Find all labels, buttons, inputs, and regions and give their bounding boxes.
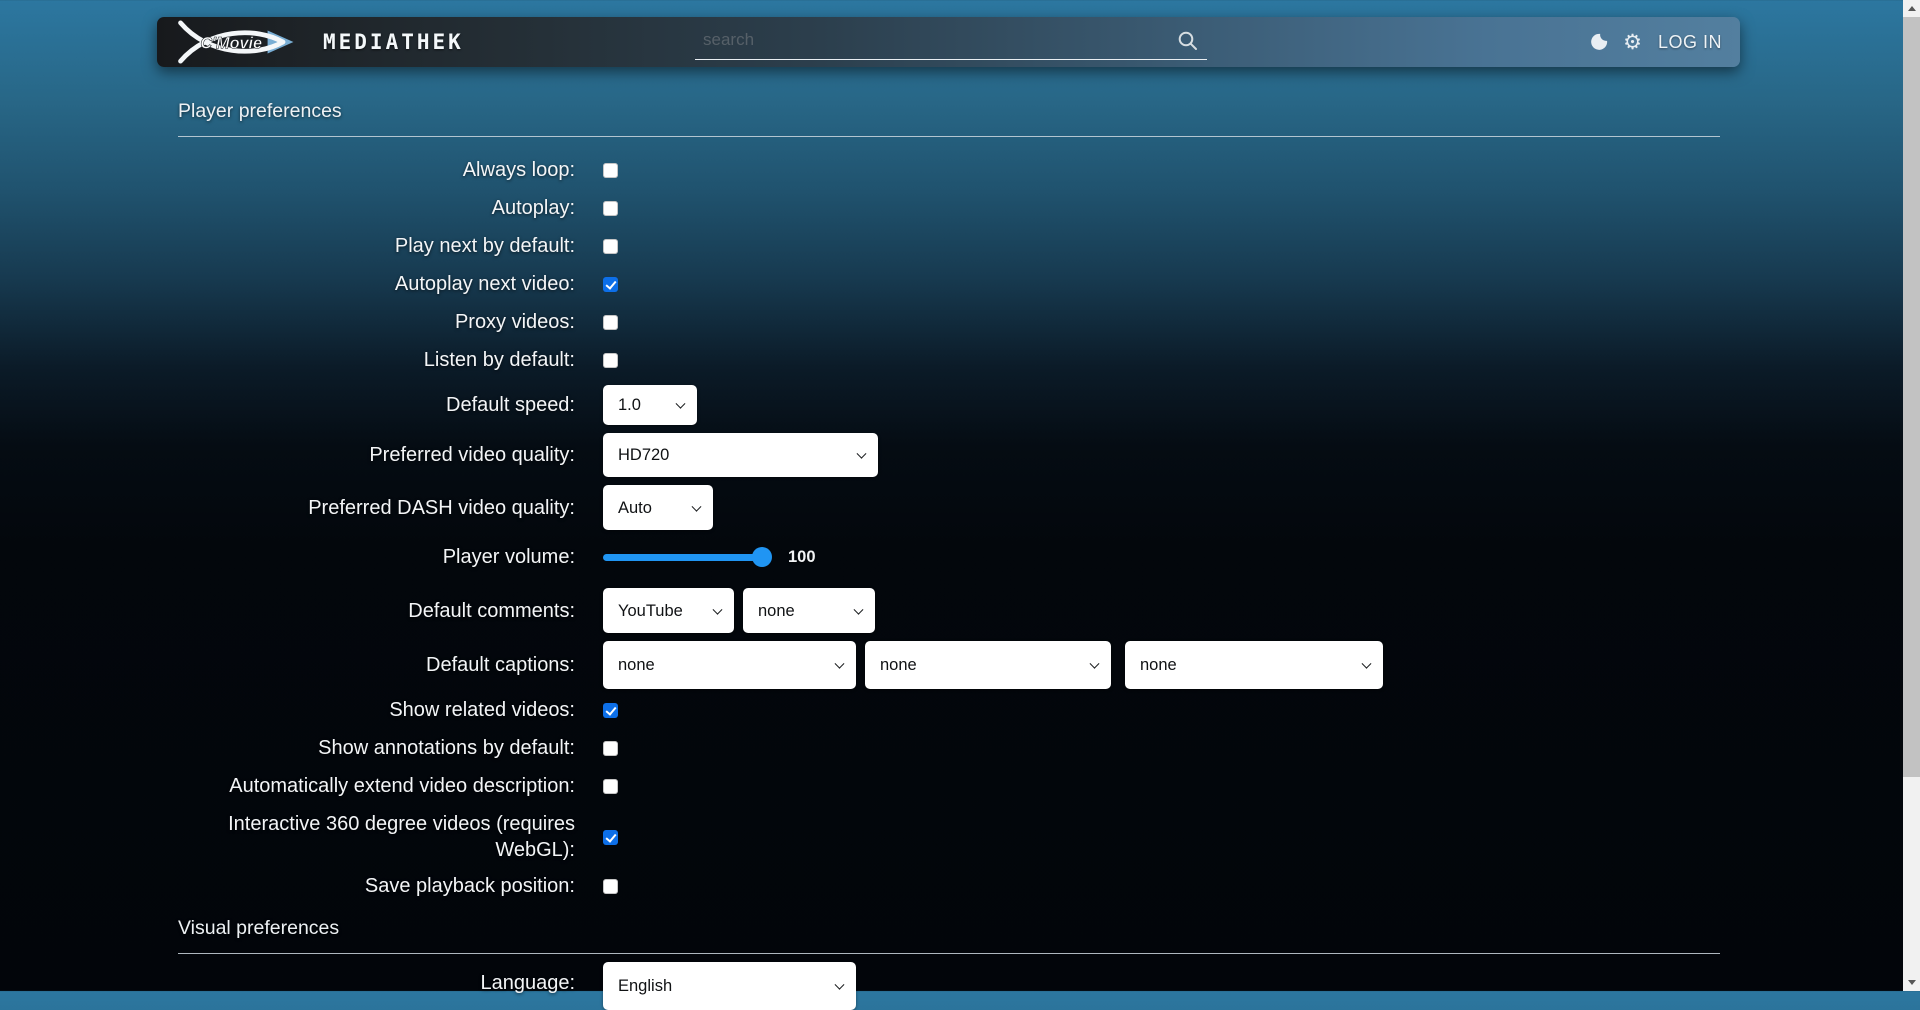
default-comments-select-2[interactable]: none (743, 588, 875, 633)
pref-label: Listen by default: (178, 347, 603, 373)
interactive-360-checkbox[interactable] (603, 830, 618, 845)
player-preferences-rows: Always loop: Autoplay: Play next by defa… (178, 157, 1720, 899)
pref-label: Automatically extend video description: (178, 773, 603, 799)
login-link[interactable]: LOG IN (1658, 32, 1722, 53)
pref-label: Default comments: (178, 598, 603, 624)
player-volume-slider[interactable] (603, 554, 769, 561)
pref-row-interactive-360: Interactive 360 degree videos (requires … (178, 811, 1720, 863)
slider-thumb[interactable] (752, 547, 772, 567)
home-link[interactable]: C'Movie MEDIATHEK (173, 20, 464, 64)
pref-row-video-quality: Preferred video quality: HD720 (178, 433, 1720, 477)
pref-label: Always loop: (178, 157, 603, 183)
pref-label: Default speed: (178, 392, 603, 418)
fish-logo-icon: C'Movie (173, 20, 301, 64)
search-bar (695, 23, 1207, 60)
default-speed-select[interactable]: 1.0 (603, 385, 697, 425)
default-comments-select-1[interactable]: YouTube (603, 588, 734, 633)
pref-row-save-playback: Save playback position: (178, 873, 1720, 899)
pref-row-autoplay-next-video: Autoplay next video: (178, 271, 1720, 297)
pref-row-always-loop: Always loop: (178, 157, 1720, 183)
language-select[interactable]: English (603, 962, 856, 1010)
pref-label: Save playback position: (178, 873, 603, 899)
pref-label: Preferred video quality: (178, 442, 603, 468)
default-captions-select-1[interactable]: none (603, 641, 856, 689)
pref-label: Player volume: (178, 544, 603, 570)
pref-row-language: Language: English (178, 962, 1720, 1010)
scrollbar-down-button[interactable] (1903, 974, 1920, 991)
save-playback-position-checkbox[interactable] (603, 879, 618, 894)
brand-title: MEDIATHEK (323, 30, 464, 54)
scrollbar-thumb[interactable] (1903, 17, 1920, 777)
search-icon[interactable] (1177, 30, 1199, 52)
navbar-actions: ⚙ LOG IN (1589, 32, 1722, 53)
pref-label: Proxy videos: (178, 309, 603, 335)
section-title-visual-preferences: Visual preferences (178, 913, 1720, 954)
pref-row-show-related: Show related videos: (178, 697, 1720, 723)
autoplay-next-video-checkbox[interactable] (603, 277, 618, 292)
visual-preferences-rows: Language: English (178, 962, 1720, 1010)
show-related-videos-checkbox[interactable] (603, 703, 618, 718)
pref-row-show-annotations: Show annotations by default: (178, 735, 1720, 761)
player-volume-value: 100 (788, 548, 816, 567)
pref-label: Autoplay: (178, 195, 603, 221)
scrollbar[interactable] (1903, 0, 1920, 991)
default-captions-select-2[interactable]: none (865, 641, 1111, 689)
pref-row-default-captions: Default captions: none none none (178, 641, 1720, 689)
pref-row-default-speed: Default speed: 1.0 (178, 385, 1720, 425)
navbar: C'Movie MEDIATHEK ⚙ LOG IN (157, 17, 1740, 67)
section-title-player-preferences: Player preferences (178, 88, 1720, 137)
pref-label: Show annotations by default: (178, 735, 603, 761)
logo-text: C'Movie (200, 35, 262, 53)
show-annotations-checkbox[interactable] (603, 741, 618, 756)
pref-label: Autoplay next video: (178, 271, 603, 297)
play-next-by-default-checkbox[interactable] (603, 239, 618, 254)
pref-label: Play next by default: (178, 233, 603, 259)
pref-label: Default captions: (178, 652, 603, 678)
triangle-down-icon (1908, 980, 1916, 985)
pref-row-player-volume: Player volume: 100 (178, 544, 1720, 570)
always-loop-checkbox[interactable] (603, 163, 618, 178)
pref-row-default-comments: Default comments: YouTube none (178, 588, 1720, 633)
pref-label: Show related videos: (178, 697, 603, 723)
autoplay-checkbox[interactable] (603, 201, 618, 216)
proxy-videos-checkbox[interactable] (603, 315, 618, 330)
pref-row-extend-description: Automatically extend video description: (178, 773, 1720, 799)
pref-label: Interactive 360 degree videos (requires … (178, 811, 603, 863)
dark-mode-toggle-icon[interactable] (1589, 32, 1609, 52)
search-input[interactable] (695, 23, 1207, 60)
pref-row-play-next: Play next by default: (178, 233, 1720, 259)
settings-gear-icon[interactable]: ⚙ (1623, 32, 1642, 53)
pref-row-listen-by-default: Listen by default: (178, 347, 1720, 373)
pref-row-proxy-videos: Proxy videos: (178, 309, 1720, 335)
settings-page: Player preferences Always loop: Autoplay… (178, 88, 1720, 1010)
preferred-video-quality-select[interactable]: HD720 (603, 433, 878, 477)
default-captions-select-3[interactable]: none (1125, 641, 1383, 689)
scrollbar-up-button[interactable] (1903, 0, 1920, 17)
auto-extend-description-checkbox[interactable] (603, 779, 618, 794)
pref-row-autoplay: Autoplay: (178, 195, 1720, 221)
pref-row-dash-quality: Preferred DASH video quality: Auto (178, 485, 1720, 530)
triangle-up-icon (1908, 6, 1916, 11)
pref-label: Preferred DASH video quality: (178, 495, 603, 521)
listen-by-default-checkbox[interactable] (603, 353, 618, 368)
preferred-dash-quality-select[interactable]: Auto (603, 485, 713, 530)
